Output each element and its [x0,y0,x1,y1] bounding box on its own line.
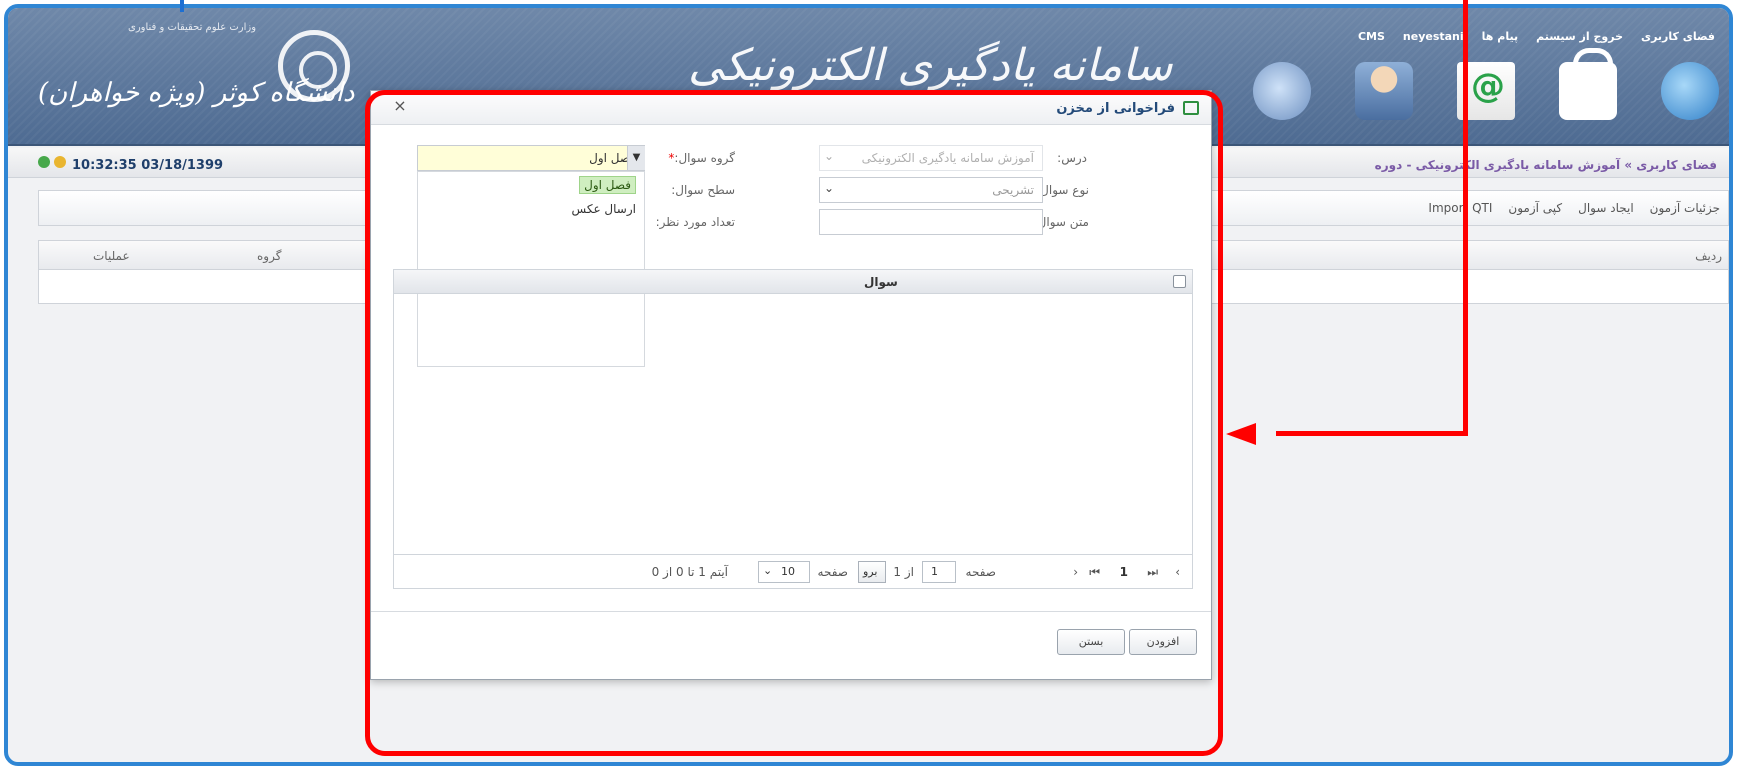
nav-user-space[interactable]: فضای کاربری [1641,30,1715,43]
breadcrumb[interactable]: فضای کاربری » آموزش سامانه یادگیری الکتر… [1375,158,1717,172]
question-type-select[interactable]: تشریحی ⌄ [819,177,1043,203]
first-page-icon[interactable]: ⏮ [1089,565,1100,580]
chevron-down-icon: ⌄ [824,149,835,163]
page-label: صفحه [965,565,996,579]
system-calligraphy: سامانه یادگیری الکترونیکی [688,40,1173,91]
pagination-bar: › ⏭ 1 ⏮ ‹ صفحه 1 از 1 برو صفحه 10 ⌄ آیتم… [393,555,1193,589]
dialog-footer-divider [371,611,1211,612]
question-level-label: سطح سوال: [671,183,735,197]
exam-details-button[interactable]: جزئیات آزمون [1650,201,1720,215]
dialog-titlebar: فراخوانی از مخزن × [371,91,1211,125]
refresh-icon[interactable] [38,156,50,168]
close-button[interactable]: بستن [1057,629,1125,655]
create-question-button[interactable]: ایجاد سوال [1578,201,1634,215]
question-group-label: گروه سوال:* [668,151,735,165]
copy-exam-button[interactable]: کپی آزمون [1508,201,1562,215]
import-qti-button[interactable]: Import QTI [1428,201,1492,215]
current-page-display: 1 [1119,565,1128,579]
column-group: گروه [257,249,282,263]
question-group-label-text: گروه سوال: [674,151,735,165]
toolbar-items: جزئیات آزمون ایجاد سوال کپی آزمون Import… [1428,201,1720,215]
close-icon[interactable]: × [391,97,409,115]
column-operations: عملیات [93,249,130,263]
header-icon-bar [1253,48,1719,120]
page-size-select[interactable]: 10 ⌄ [758,561,810,583]
form-icon [1183,101,1199,115]
add-button[interactable]: افزودن [1129,629,1197,655]
annotation-line-horizontal [1276,431,1468,436]
page-number-input[interactable]: 1 [922,561,956,583]
question-type-label: نوع سوال: [1036,183,1089,197]
sun-icon [54,156,66,168]
annotation-line-vertical [1463,0,1468,436]
university-subtitle: وزارت علوم تحقیقات و فناوری [128,22,257,33]
nav-username[interactable]: neyestani [1403,30,1464,43]
column-question: سوال [864,275,898,289]
globe-icon[interactable] [1661,62,1719,120]
of-pages-label: از 1 [893,565,914,579]
table-header: سوال [394,270,1192,294]
dropdown-option-chapter1[interactable]: فصل اول [579,176,636,194]
close-button-label: بستن [1078,635,1104,648]
questions-table: سوال [393,269,1193,555]
last-page-icon[interactable]: ⏭ [1147,565,1158,580]
chevron-down-icon: ⌄ [763,564,773,577]
annotation-blue-mark [180,0,184,12]
dialog-title: فراخوانی از مخزن [1056,101,1175,116]
dropdown-option-send-photo[interactable]: ارسال عکس [572,202,636,216]
course-label: درس: [1057,151,1087,165]
course-select[interactable]: آموزش سامانه یادگیری الکترونیکی ⌄ [819,145,1043,171]
course-value: آموزش سامانه یادگیری الکترونیکی [861,151,1034,165]
chevron-down-icon: ⌄ [824,181,835,195]
go-button-label: برو [863,565,878,578]
university-logo-icon [278,30,350,102]
question-group-select[interactable]: فصل اول ▼ [417,145,645,171]
column-row: ردیف [1695,249,1722,263]
annotation-arrow-icon [1226,423,1256,445]
lock-icon[interactable] [1559,48,1617,120]
status-icons [38,156,66,168]
add-button-label: افزودن [1146,635,1180,648]
select-all-checkbox[interactable] [1173,275,1186,288]
clock: 10:32:35 03/18/1399 [72,158,224,173]
prev-page-icon[interactable]: ‹ [1073,565,1078,579]
view-count-label: تعداد مورد نظر: [655,215,735,229]
repository-dialog: فراخوانی از مخزن × درس: آموزش سامانه یاد… [370,90,1212,680]
page-size-value: 10 [781,565,795,578]
question-text-input[interactable] [819,209,1043,235]
dropdown-arrow-icon[interactable]: ▼ [627,146,645,170]
round-icon[interactable] [1253,62,1311,120]
next-page-icon[interactable]: › [1175,565,1180,579]
user-icon[interactable] [1355,62,1413,120]
nav-messages[interactable]: پیام ها [1482,30,1518,43]
page-number-value: 1 [931,565,938,578]
question-type-value: تشریحی [992,183,1034,197]
items-info: آیتم 1 تا 0 از 0 [651,565,728,579]
nav-logout[interactable]: خروج از سیستم [1536,30,1623,43]
top-nav: فضای کاربری خروج از سیستم پیام ها neyest… [1358,30,1715,43]
go-button[interactable]: برو [858,561,886,583]
nav-cms[interactable]: CMS [1358,30,1385,43]
page-size-label: صفحه [817,565,848,579]
